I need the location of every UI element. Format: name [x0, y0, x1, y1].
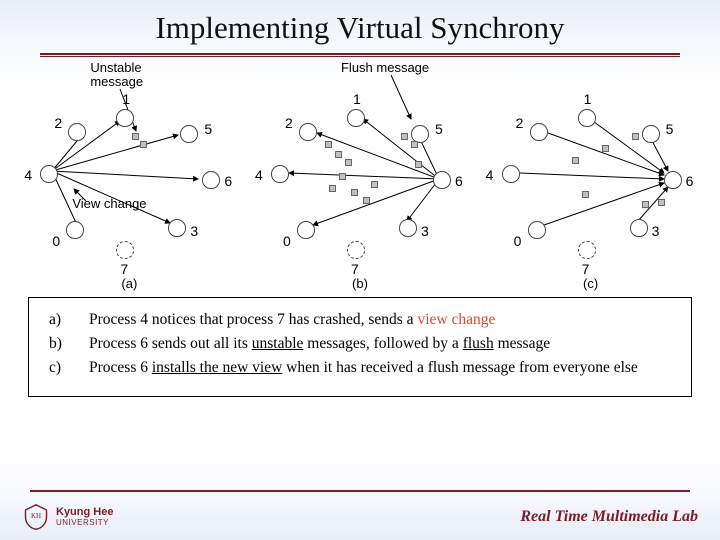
node-6: [202, 171, 220, 189]
msg-square: [401, 133, 408, 140]
footer-rule: [30, 490, 690, 492]
university-name-block: Kyung Hee UNIVERSITY: [56, 507, 113, 527]
msg-square: [339, 173, 346, 180]
node-1: [578, 109, 596, 127]
num-5: 5: [204, 121, 212, 137]
msg-square: [632, 133, 639, 140]
crest-icon: KH: [22, 503, 50, 531]
num-4: 4: [486, 167, 494, 183]
slide: Implementing Virtual Synchrony Unstable …: [0, 0, 720, 540]
msg-square: [345, 159, 352, 166]
caption-b: (b): [352, 276, 368, 291]
num-6: 6: [224, 173, 232, 189]
panel-b: Flush message 1 5 6 3: [251, 61, 469, 291]
item-c-key: c): [49, 358, 89, 379]
node-1: [347, 109, 365, 127]
university-subtitle: UNIVERSITY: [56, 518, 113, 527]
node-3: [168, 219, 186, 237]
university-logo: KH Kyung Hee UNIVERSITY: [22, 503, 113, 531]
item-b-key: b): [49, 334, 89, 355]
node-4: [271, 165, 289, 183]
msg-square: [351, 189, 358, 196]
num-7: 7: [120, 261, 128, 277]
node-0: [66, 221, 84, 239]
node-2: [299, 123, 317, 141]
caption-c: (c): [583, 276, 598, 291]
msg-square: [602, 145, 609, 152]
num-4: 4: [24, 167, 32, 183]
num-4: 4: [255, 167, 263, 183]
num-0: 0: [514, 233, 522, 249]
label-view-change: View change: [72, 197, 162, 211]
msg-square: [582, 191, 589, 198]
num-3: 3: [190, 223, 198, 239]
node-3: [399, 219, 417, 237]
msg-square: [642, 201, 649, 208]
node-4: [502, 165, 520, 183]
description-box: a) Process 4 notices that process 7 has …: [28, 297, 692, 397]
num-3: 3: [421, 223, 429, 239]
svg-text:KH: KH: [31, 512, 41, 520]
msg-square: [658, 199, 665, 206]
num-3: 3: [652, 223, 660, 239]
lab-name: Real Time Multimedia Lab: [520, 508, 698, 526]
title-rule: [40, 53, 680, 55]
msg-square: [140, 141, 147, 148]
msg-square: [572, 157, 579, 164]
num-2: 2: [54, 115, 62, 131]
node-6: [664, 171, 682, 189]
node-0: [528, 221, 546, 239]
num-5: 5: [435, 121, 443, 137]
node-0: [297, 221, 315, 239]
panel-c: 1 5 6 3 7 0 4 2 (c): [482, 61, 700, 291]
num-1: 1: [584, 91, 592, 107]
node-5: [642, 125, 660, 143]
node-5: [180, 125, 198, 143]
node-2: [530, 123, 548, 141]
num-5: 5: [666, 121, 674, 137]
node-7: [578, 241, 596, 259]
msg-square: [411, 141, 418, 148]
caption-a: (a): [121, 276, 137, 291]
msg-square: [132, 133, 139, 140]
item-c: c) Process 6 installs the new view when …: [49, 358, 677, 379]
node-7: [347, 241, 365, 259]
item-b: b) Process 6 sends out all its unstable …: [49, 334, 677, 355]
num-7: 7: [582, 261, 590, 277]
item-b-text: Process 6 sends out all its unstable mes…: [89, 334, 550, 355]
num-1: 1: [353, 91, 361, 107]
item-a: a) Process 4 notices that process 7 has …: [49, 310, 677, 331]
num-6: 6: [686, 173, 694, 189]
item-a-text: Process 4 notices that process 7 has cra…: [89, 310, 495, 331]
num-2: 2: [285, 115, 293, 131]
panel-a: Unstable message: [20, 61, 238, 291]
node-3: [630, 219, 648, 237]
num-7: 7: [351, 261, 359, 277]
msg-square: [329, 185, 336, 192]
item-c-text: Process 6 installs the new view when it …: [89, 358, 638, 379]
msg-square: [335, 151, 342, 158]
msg-square: [415, 161, 422, 168]
node-2: [68, 123, 86, 141]
item-a-key: a): [49, 310, 89, 331]
num-1: 1: [122, 91, 130, 107]
num-6: 6: [455, 173, 463, 189]
num-0: 0: [52, 233, 60, 249]
footer: KH Kyung Hee UNIVERSITY Real Time Multim…: [0, 494, 720, 540]
msg-square: [371, 181, 378, 188]
university-name: Kyung Hee: [56, 507, 113, 518]
slide-title: Implementing Virtual Synchrony: [0, 0, 720, 50]
num-0: 0: [283, 233, 291, 249]
node-6: [433, 171, 451, 189]
node-1: [116, 109, 134, 127]
node-7: [116, 241, 134, 259]
msg-square: [363, 197, 370, 204]
num-2: 2: [516, 115, 524, 131]
msg-square: [325, 141, 332, 148]
node-4: [40, 165, 58, 183]
diagram-area: Unstable message: [0, 57, 720, 291]
